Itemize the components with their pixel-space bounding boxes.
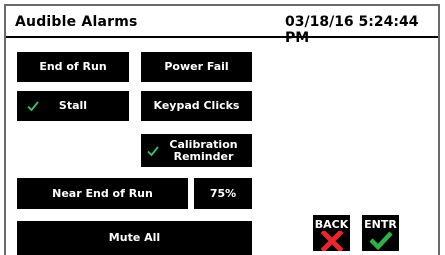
- near-end-of-run-percent-value: 75%: [209, 186, 237, 200]
- power-fail-button[interactable]: Power Fail: [141, 52, 252, 82]
- mute-all-button[interactable]: Mute All: [17, 221, 252, 255]
- near-end-of-run-button[interactable]: Near End of Run: [17, 178, 188, 209]
- header-divider: [6, 36, 438, 38]
- end-of-run-button[interactable]: End of Run: [17, 52, 129, 82]
- stall-button[interactable]: Stall: [17, 91, 129, 121]
- back-button[interactable]: BACK: [313, 215, 350, 251]
- stall-label: Stall: [58, 99, 88, 112]
- near-end-of-run-percent[interactable]: 75%: [194, 178, 252, 209]
- power-fail-label: Power Fail: [164, 60, 229, 73]
- enter-button[interactable]: ENTR: [362, 215, 399, 251]
- check-icon: [27, 101, 39, 112]
- near-end-of-run-label: Near End of Run: [52, 186, 153, 200]
- end-of-run-label: End of Run: [39, 60, 107, 73]
- keypad-clicks-button[interactable]: Keypad Clicks: [141, 91, 252, 121]
- page-title: Audible Alarms: [15, 14, 138, 30]
- green-check-icon: [368, 231, 393, 250]
- mute-all-label: Mute All: [108, 231, 161, 244]
- calibration-reminder-label: Calibration Reminder: [169, 138, 237, 163]
- calibration-reminder-line2: Reminder: [173, 149, 234, 163]
- datetime-display: 03/18/16 5:24:44 PM: [285, 14, 419, 46]
- check-icon: [147, 145, 159, 156]
- calibration-reminder-button[interactable]: Calibration Reminder: [141, 134, 252, 167]
- red-x-icon: [320, 231, 343, 251]
- keypad-clicks-label: Keypad Clicks: [153, 99, 240, 112]
- back-label: BACK: [314, 218, 349, 231]
